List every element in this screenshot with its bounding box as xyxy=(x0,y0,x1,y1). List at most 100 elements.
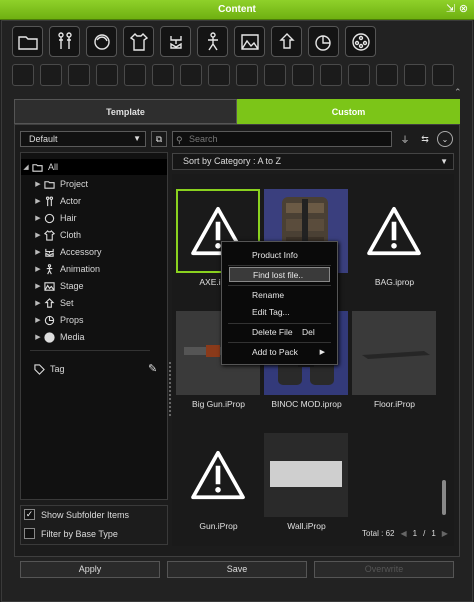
grid-scrollbar[interactable] xyxy=(442,480,446,515)
menu-chevron-icon[interactable]: ⌄ xyxy=(437,131,453,147)
collapsed-icon: ▶ xyxy=(35,198,41,205)
filter-icon[interactable]: ⏚ xyxy=(397,131,413,147)
tree-item-label: Accessory xyxy=(60,247,102,257)
favorite-slot[interactable] xyxy=(180,64,202,86)
tab-template[interactable]: Template xyxy=(14,99,237,124)
grid-item[interactable]: Gun.iProp xyxy=(176,433,261,531)
search-input[interactable]: ⚲ Search xyxy=(172,131,392,147)
menu-divider xyxy=(228,285,331,286)
edit-tag-pencil-icon[interactable]: ✎ xyxy=(148,362,157,375)
tree-item-actor[interactable]: ▶ Actor xyxy=(33,193,81,209)
folder-button[interactable] xyxy=(12,26,43,57)
cloth-button[interactable] xyxy=(123,26,154,57)
collapsed-icon: ▶ xyxy=(35,181,41,188)
favorite-slot[interactable] xyxy=(432,64,454,86)
tree-item-project[interactable]: ▶ Project xyxy=(33,176,88,192)
props-button[interactable] xyxy=(308,26,339,57)
favorite-slot[interactable] xyxy=(404,64,426,86)
accessory-icon xyxy=(43,246,55,258)
open-folder-icon[interactable]: ⧉ xyxy=(151,131,167,147)
collapsed-icon: ▶ xyxy=(35,317,41,324)
apply-button[interactable]: Apply xyxy=(20,561,160,578)
tree-item-animation[interactable]: ▶ Animation xyxy=(33,261,100,277)
favorite-slot[interactable] xyxy=(208,64,230,86)
collapse-icon[interactable]: ⌃ xyxy=(454,87,464,97)
favorite-slot[interactable] xyxy=(348,64,370,86)
tree-item-accessory[interactable]: ▶ Accessory xyxy=(33,244,102,260)
splitter-handle[interactable] xyxy=(169,362,171,418)
collapsed-icon: ▶ xyxy=(35,249,41,256)
collapsed-icon: ▶ xyxy=(35,215,41,222)
grid-item[interactable]: Wall.iProp xyxy=(264,433,349,531)
item-label: BINOC MOD.iprop xyxy=(271,399,342,409)
set-icon xyxy=(278,32,295,49)
animation-icon xyxy=(43,263,55,275)
chevron-down-icon: ▼ xyxy=(133,134,141,143)
animation-button[interactable] xyxy=(197,26,228,57)
collapsed-icon: ▶ xyxy=(35,334,41,341)
show-subfolder-checkbox[interactable]: ✓ Show Subfolder Items xyxy=(20,505,168,524)
filter-base-type-checkbox[interactable]: Filter by Base Type xyxy=(20,524,168,543)
favorite-slot[interactable] xyxy=(152,64,174,86)
tree-item-all[interactable]: ◢ All xyxy=(21,159,167,175)
favorite-slot[interactable] xyxy=(68,64,90,86)
favorite-slot[interactable] xyxy=(12,64,34,86)
tree-item-set[interactable]: ▶ Set xyxy=(33,295,74,311)
favorite-slot[interactable] xyxy=(292,64,314,86)
item-label: Gun.iProp xyxy=(199,521,238,531)
menu-divider xyxy=(228,265,331,266)
tree-item-stage[interactable]: ▶ Stage xyxy=(33,278,83,294)
overwrite-button[interactable]: Overwrite xyxy=(314,561,454,578)
favorite-slot[interactable] xyxy=(96,64,118,86)
menu-item-find-lost-file[interactable]: Find lost file.. xyxy=(229,267,330,282)
favorite-slot[interactable] xyxy=(320,64,342,86)
menu-item-product-info[interactable]: Product Info xyxy=(222,248,337,263)
accessory-icon xyxy=(169,35,182,49)
swap-icon[interactable]: ⇆ xyxy=(417,131,433,147)
tree-item-tag[interactable]: Tag xyxy=(33,361,65,377)
tree-item-hair[interactable]: ▶ Hair xyxy=(33,210,77,226)
checkbox-empty-icon xyxy=(24,528,35,539)
save-button[interactable]: Save xyxy=(167,561,307,578)
sort-dropdown[interactable]: Sort by Category : A to Z ▼ xyxy=(172,153,454,170)
hair-button[interactable] xyxy=(86,26,117,57)
grid-item[interactable]: Floor.iProp xyxy=(352,311,437,409)
menu-item-rename[interactable]: Rename xyxy=(222,288,337,303)
stage-icon xyxy=(43,280,55,292)
tree-item-media[interactable]: ▶ Media xyxy=(33,329,85,345)
tree-item-label: Hair xyxy=(60,213,77,223)
accessory-button[interactable] xyxy=(160,26,191,57)
tree-item-props[interactable]: ▶ Props xyxy=(33,312,83,328)
menu-item-edit-tag[interactable]: Edit Tag... xyxy=(222,305,337,320)
favorite-slot[interactable] xyxy=(124,64,146,86)
media-button[interactable] xyxy=(345,26,376,57)
tree-divider xyxy=(30,350,150,351)
next-page-icon[interactable]: ▶ xyxy=(442,529,448,538)
stage-button[interactable] xyxy=(234,26,265,57)
prev-page-icon[interactable]: ◀ xyxy=(400,529,406,538)
tab-custom[interactable]: Custom xyxy=(237,99,460,124)
tree-item-label: Set xyxy=(60,298,74,308)
search-icon: ⚲ xyxy=(176,135,183,145)
pin-icon[interactable]: ⇲ xyxy=(444,3,457,16)
favorite-slot[interactable] xyxy=(236,64,258,86)
favorite-slot[interactable] xyxy=(376,64,398,86)
favorite-slot[interactable] xyxy=(264,64,286,86)
wall-thumbnail-icon xyxy=(270,461,342,487)
collapsed-icon: ▶ xyxy=(35,266,41,273)
menu-item-delete-file[interactable]: Delete File Del xyxy=(222,325,337,340)
actor-button[interactable] xyxy=(49,26,80,57)
set-button[interactable] xyxy=(271,26,302,57)
library-dropdown[interactable]: Default ▼ xyxy=(20,131,146,147)
favorite-slot[interactable] xyxy=(40,64,62,86)
tree-item-cloth[interactable]: ▶ Cloth xyxy=(33,227,81,243)
current-page: 1 xyxy=(412,529,418,538)
sort-label: Sort by Category : A to Z xyxy=(183,156,282,166)
item-thumbnail xyxy=(352,311,436,395)
category-bar xyxy=(12,26,376,58)
menu-item-add-to-pack[interactable]: Add to Pack ▶ xyxy=(222,345,337,360)
total-pages: 1 xyxy=(431,529,436,538)
grid-item[interactable]: BAG.iprop xyxy=(352,189,437,287)
close-icon[interactable]: ⊗ xyxy=(457,3,470,16)
item-label: Floor.iProp xyxy=(373,399,416,409)
